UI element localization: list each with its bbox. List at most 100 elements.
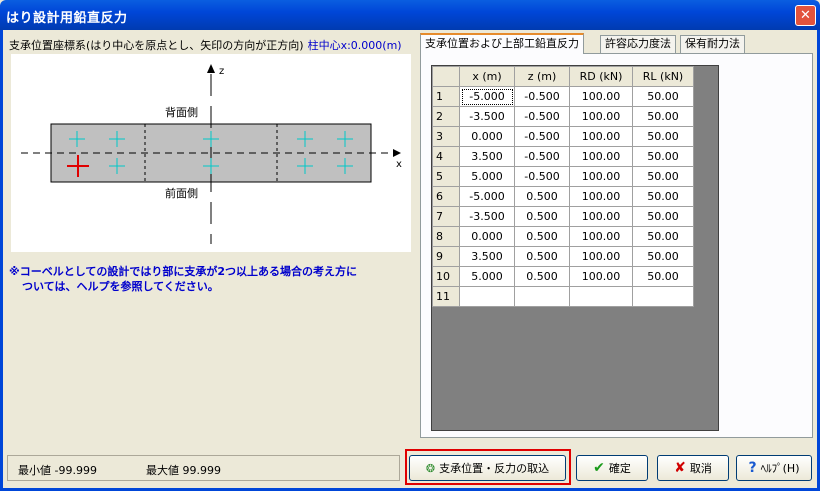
- cross-icon: ✘: [674, 460, 686, 476]
- header-corner: [432, 66, 460, 87]
- table-row: 3 0.000 -0.500 100.00 50.00: [432, 126, 694, 147]
- min-value-label: 最小値 -99.999: [18, 464, 97, 477]
- max-value-label: 最大値 99.999: [146, 464, 221, 477]
- cell-rl[interactable]: 50.00: [632, 206, 694, 227]
- table-row: 8 0.000 0.500 100.00 50.00: [432, 226, 694, 247]
- note-line-2: ついては、ヘルプを参照してください。: [22, 280, 219, 293]
- row-number: 6: [432, 186, 460, 207]
- import-icon: ❂: [425, 461, 436, 475]
- close-button[interactable]: ✕: [795, 5, 816, 26]
- cell-rd[interactable]: 100.00: [569, 186, 633, 207]
- back-side-label: 背面側: [165, 105, 198, 119]
- cell-rd[interactable]: 100.00: [569, 106, 633, 127]
- cell-rl[interactable]: 50.00: [632, 86, 694, 107]
- table-row: 7 -3.500 0.500 100.00 50.00: [432, 206, 694, 227]
- cell-rd[interactable]: 100.00: [569, 266, 633, 287]
- cell-rl[interactable]: 50.00: [632, 126, 694, 147]
- cancel-button[interactable]: ✘ 取消: [657, 455, 729, 481]
- table-row: 5 5.000 -0.500 100.00 50.00: [432, 166, 694, 187]
- cell-x[interactable]: 0.000: [459, 226, 515, 247]
- range-status-box: 最小値 -99.999 最大値 99.999: [7, 455, 400, 481]
- help-icon: ?: [748, 460, 757, 476]
- cell-x[interactable]: -5.000: [459, 86, 515, 107]
- cell-z[interactable]: 0.500: [514, 266, 570, 287]
- cell-rd[interactable]: 100.00: [569, 86, 633, 107]
- ok-button-label: 確定: [608, 462, 631, 475]
- cell-rd[interactable]: 100.00: [569, 146, 633, 167]
- row-number: 5: [432, 166, 460, 187]
- table-row: 4 3.500 -0.500 100.00 50.00: [432, 146, 694, 167]
- title-bar: はり設計用鉛直反力 ✕: [0, 0, 820, 30]
- table-row: 1 -5.000 -0.500 100.00 50.00: [432, 86, 694, 107]
- cell-z[interactable]: [514, 286, 570, 307]
- cell-rd[interactable]: 100.00: [569, 166, 633, 187]
- table-header-row: x (m) z (m) RD (kN) RL (kN): [432, 66, 694, 87]
- tab-bearing-reactions[interactable]: 支承位置および上部工鉛直反力: [420, 33, 584, 54]
- window-title: はり設計用鉛直反力: [6, 11, 128, 26]
- cell-x[interactable]: [459, 286, 515, 307]
- cell-rl[interactable]: 50.00: [632, 106, 694, 127]
- coord-system-text: 支承位置座標系(はり中心を原点とし、矢印の方向が正方向): [9, 39, 304, 52]
- cell-z[interactable]: 0.500: [514, 186, 570, 207]
- table-row: 10 5.000 0.500 100.00 50.00: [432, 266, 694, 287]
- cell-x[interactable]: -3.500: [459, 206, 515, 227]
- ok-button[interactable]: ✔ 確定: [576, 455, 648, 481]
- cell-rd[interactable]: 100.00: [569, 206, 633, 227]
- cell-rd[interactable]: 100.00: [569, 126, 633, 147]
- cell-z[interactable]: 0.500: [514, 206, 570, 227]
- import-button-label: 支承位置・反力の取込: [439, 462, 550, 475]
- cell-rd[interactable]: 100.00: [569, 246, 633, 267]
- cell-rl[interactable]: 50.00: [632, 266, 694, 287]
- cell-x[interactable]: 5.000: [459, 166, 515, 187]
- cell-rd[interactable]: [569, 286, 633, 307]
- cell-rl[interactable]: 50.00: [632, 246, 694, 267]
- cancel-button-label: 取消: [689, 462, 712, 475]
- table-row: 6 -5.000 0.500 100.00 50.00: [432, 186, 694, 207]
- cell-z[interactable]: -0.500: [514, 146, 570, 167]
- checkmark-icon: ✔: [593, 460, 605, 476]
- cell-x[interactable]: 0.000: [459, 126, 515, 147]
- row-number: 3: [432, 126, 460, 147]
- row-number: 1: [432, 86, 460, 107]
- table-row: 9 3.500 0.500 100.00 50.00: [432, 246, 694, 267]
- table-row: 2 -3.500 -0.500 100.00 50.00: [432, 106, 694, 127]
- table-row: 11: [432, 286, 694, 307]
- cell-rd[interactable]: 100.00: [569, 226, 633, 247]
- row-number: 9: [432, 246, 460, 267]
- import-bearing-reaction-button[interactable]: ❂ 支承位置・反力の取込: [409, 455, 566, 481]
- cell-rl[interactable]: 50.00: [632, 186, 694, 207]
- reaction-grid[interactable]: x (m) z (m) RD (kN) RL (kN) 1 -5.000 -0.50…: [431, 65, 719, 431]
- tab-capacity-method[interactable]: 保有耐力法: [680, 35, 745, 53]
- cell-rl[interactable]: 50.00: [632, 146, 694, 167]
- help-button[interactable]: ? ﾍﾙﾌﾟ(H): [736, 455, 812, 481]
- column-center-label: 柱中心x:0.000(m): [307, 39, 402, 52]
- cell-x[interactable]: 3.500: [459, 146, 515, 167]
- x-axis-arrow: [393, 149, 401, 157]
- cell-x[interactable]: -5.000: [459, 186, 515, 207]
- cell-z[interactable]: -0.500: [514, 166, 570, 187]
- cell-z[interactable]: 0.500: [514, 226, 570, 247]
- close-icon: ✕: [800, 8, 811, 23]
- corbel-design-note: ※コーベルとしての設計ではり部に支承が2つ以上ある場合の考え方に ついては、ヘル…: [9, 264, 357, 294]
- x-axis-label: x: [396, 159, 402, 170]
- row-number: 2: [432, 106, 460, 127]
- front-side-label: 前面側: [165, 186, 198, 200]
- cell-z[interactable]: -0.500: [514, 126, 570, 147]
- header-rl: RL (kN): [632, 66, 694, 87]
- cell-x[interactable]: -3.500: [459, 106, 515, 127]
- cell-rl[interactable]: 50.00: [632, 226, 694, 247]
- cell-x[interactable]: 5.000: [459, 266, 515, 287]
- z-axis-arrow: [207, 64, 215, 73]
- cell-z[interactable]: 0.500: [514, 246, 570, 267]
- cell-rl[interactable]: 50.00: [632, 166, 694, 187]
- cell-z[interactable]: -0.500: [514, 106, 570, 127]
- tab-allowable-stress[interactable]: 許容応力度法: [600, 35, 676, 53]
- row-number: 8: [432, 226, 460, 247]
- cell-z[interactable]: -0.500: [514, 86, 570, 107]
- bearing-position-diagram: x z 背面側 前面側: [11, 54, 411, 252]
- row-number: 11: [432, 286, 460, 307]
- header-z: z (m): [514, 66, 570, 87]
- cell-rl[interactable]: [632, 286, 694, 307]
- help-button-label: ﾍﾙﾌﾟ(H): [760, 462, 800, 475]
- cell-x[interactable]: 3.500: [459, 246, 515, 267]
